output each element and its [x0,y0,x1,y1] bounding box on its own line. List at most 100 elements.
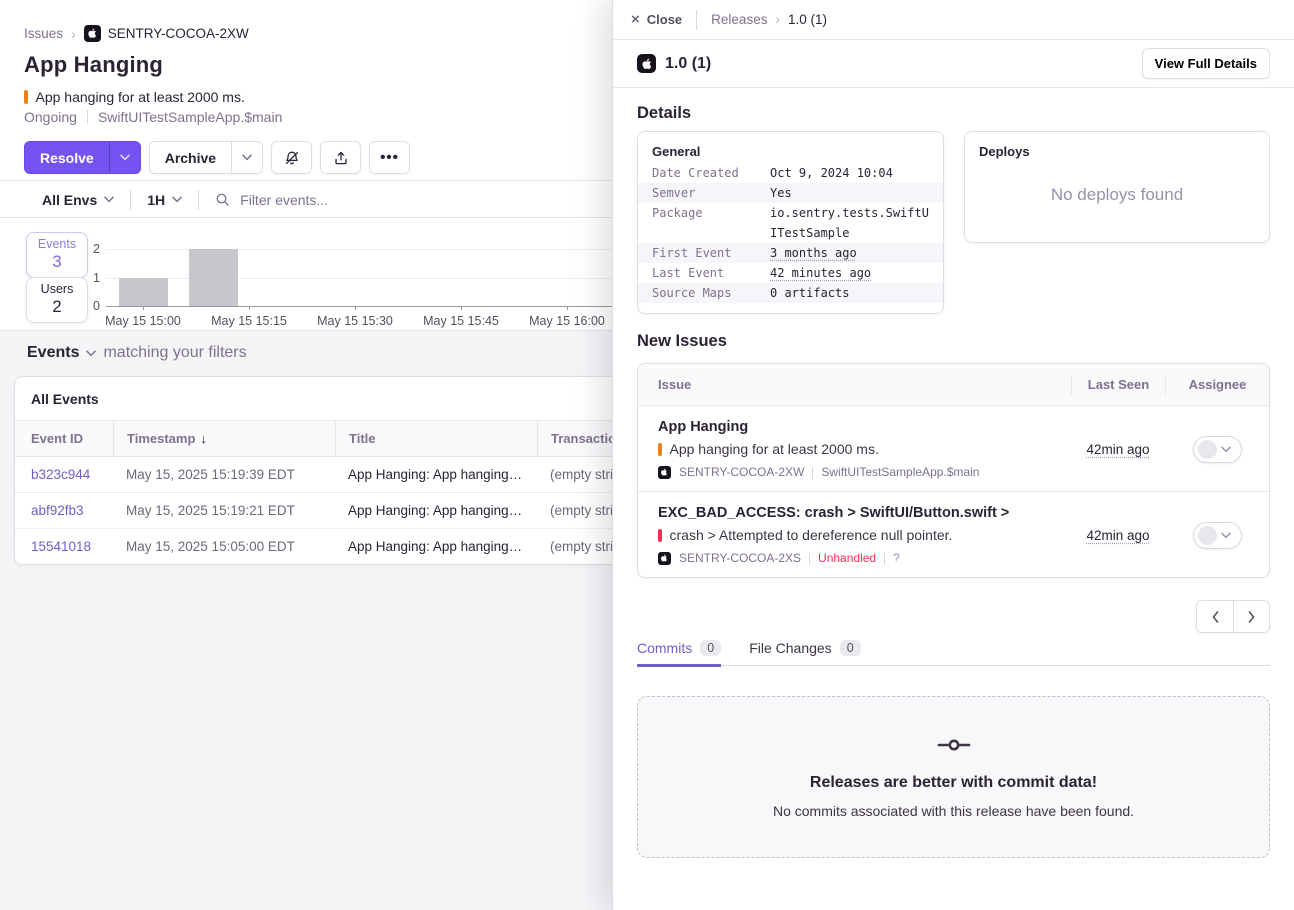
unhandled-tag: Unhandled [818,551,876,566]
events-table-body: b323c944May 15, 2025 15:19:39 EDTApp Han… [15,457,612,564]
column-header-last-seen: Last Seen [1071,375,1165,395]
general-row-label: Source Maps [652,283,770,303]
help-icon[interactable]: ? [893,551,900,566]
x-axis-line [106,306,612,307]
assignee-dropdown[interactable] [1193,522,1242,549]
next-page-button[interactable] [1233,601,1269,632]
event-timestamp: May 15, 2025 15:05:00 EDT [113,529,335,564]
empty-state-subtitle: No commits associated with this release … [773,803,1134,819]
x-axis-tick [461,306,462,310]
issue-row[interactable]: EXC_BAD_ACCESS: crash > SwiftUI/Button.s… [638,491,1269,577]
event-id-link[interactable]: b323c944 [15,457,113,492]
more-actions-button[interactable]: ••• [369,141,410,174]
view-full-details-button[interactable]: View Full Details [1142,48,1270,79]
event-timestamp: May 15, 2025 15:19:39 EDT [113,457,335,492]
deploys-card-title: Deploys [979,144,1255,159]
artifacts-link[interactable]: 0 artifacts [770,283,929,303]
x-axis-label: May 15 15:30 [317,314,393,328]
event-timestamp: May 15, 2025 15:19:21 EDT [113,493,335,528]
avatar [1198,526,1217,545]
issue-status: Ongoing [24,109,77,125]
time-range-filter[interactable]: 1H [147,192,182,208]
table-row[interactable]: abf92fb3May 15, 2025 15:19:21 EDTApp Han… [15,492,612,528]
breadcrumb-releases-link[interactable]: Releases [711,12,767,27]
divider [198,190,199,210]
y-axis-label: 0 [70,299,100,313]
tab-commits[interactable]: Commits0 [637,640,721,667]
chevron-down-icon[interactable] [86,350,96,357]
x-axis-label: May 15 15:45 [423,314,499,328]
general-row-label: First Event [652,243,770,263]
issue-row-subtitle: App hanging for at least 2000 ms. [658,440,1059,458]
deploys-empty-message: No deploys found [979,159,1255,230]
column-header-transaction[interactable]: Transaction [537,421,612,456]
table-row[interactable]: 15541018May 15, 2025 15:05:00 EDTApp Han… [15,528,612,564]
avatar [1198,440,1217,459]
column-header-event-id[interactable]: Event ID [15,421,113,456]
general-card: General Date CreatedOct 9, 2024 10:04Sem… [637,131,944,314]
divider [812,467,813,479]
general-row-label: Date Created [652,163,770,183]
archive-dropdown-button[interactable] [231,142,262,173]
issue-assignee-cell [1165,436,1269,463]
previous-page-button[interactable] [1197,601,1233,632]
chevron-right-icon: › [775,12,780,27]
breadcrumb-project[interactable]: SENTRY-COCOA-2XW [84,25,249,42]
breadcrumb-issues-link[interactable]: Issues [24,26,63,41]
general-row: Last Event42 minutes ago [638,263,943,283]
close-label: Close [647,12,682,27]
share-button[interactable] [320,141,361,174]
chevron-down-icon [104,196,114,203]
tab-file-changes[interactable]: File Changes0 [749,640,860,667]
x-axis-tick [355,306,356,310]
column-header-assignee: Assignee [1165,375,1269,395]
event-transaction: (empty string) [537,493,612,528]
table-row[interactable]: b323c944May 15, 2025 15:19:39 EDTApp Han… [15,457,612,492]
event-id-link[interactable]: 15541018 [15,529,113,564]
issue-meta: Ongoing SwiftUITestSampleApp.$main [24,109,282,125]
general-row-label: Semver [652,183,770,203]
assignee-dropdown[interactable] [1193,436,1242,463]
x-axis-label: May 15 15:15 [211,314,287,328]
chevron-right-icon: › [71,26,76,42]
search-icon [215,192,230,207]
x-axis-tick [249,306,250,310]
drawer-header: × Close Releases › 1.0 (1) [613,0,1294,40]
apple-platform-icon [637,54,656,73]
chevron-down-icon [1221,532,1231,539]
drawer-body: Details General Date CreatedOct 9, 2024 … [613,88,1294,858]
general-rows: Date CreatedOct 9, 2024 10:04SemverYesPa… [638,163,943,303]
mute-notifications-button[interactable] [271,141,312,174]
issue-location: SwiftUITestSampleApp.$main [821,465,979,480]
column-header-timestamp[interactable]: Timestamp↓ [113,421,335,456]
divider [884,553,885,565]
archive-button[interactable]: Archive [149,141,263,174]
empty-state-title: Releases are better with commit data! [810,774,1097,792]
general-row: SemverYes [638,183,943,203]
issue-row-subtitle-text: crash > Attempted to dereference null po… [670,526,953,544]
event-id-link[interactable]: abf92fb3 [15,493,113,528]
column-header-title[interactable]: Title [335,421,537,456]
ellipsis-icon: ••• [380,149,399,166]
general-row-value: 3 months ago [770,243,929,263]
events-heading-label[interactable]: Events [27,344,79,362]
event-transaction: (empty string) [537,457,612,492]
breadcrumb-project-label: SENTRY-COCOA-2XW [108,26,249,41]
issue-row-main: EXC_BAD_ACCESS: crash > SwiftUI/Button.s… [638,504,1071,566]
issue-row-meta: SENTRY-COCOA-2XSUnhandled? [658,551,1059,566]
issue-subtitle-text: App hanging for at least 2000 ms. [36,89,245,105]
resolve-button[interactable]: Resolve [24,141,141,174]
breadcrumb-current: 1.0 (1) [788,12,827,27]
close-drawer-button[interactable]: × Close [631,12,682,27]
x-axis-label: May 15 15:00 [105,314,181,328]
column-header-issue: Issue [638,377,1071,392]
error-level-indicator [658,529,662,542]
details-cards: General Date CreatedOct 9, 2024 10:04Sem… [637,131,1270,314]
issue-row[interactable]: App HangingApp hanging for at least 2000… [638,406,1269,491]
release-title: 1.0 (1) [637,54,711,73]
resolve-dropdown-button[interactable] [109,142,140,173]
y-axis-label: 2 [70,242,100,256]
filter-events-input[interactable] [240,192,612,208]
environment-filter[interactable]: All Envs [42,192,114,208]
new-issues-table: Issue Last Seen Assignee App HangingApp … [637,363,1270,578]
